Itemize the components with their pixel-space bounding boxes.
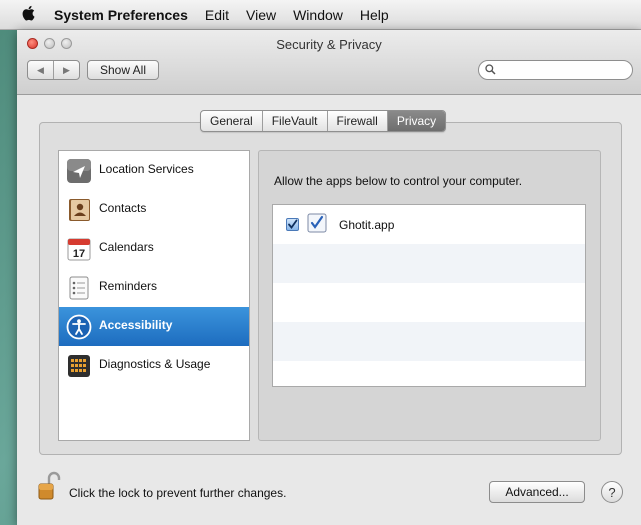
tab-firewall[interactable]: Firewall (326, 111, 387, 131)
category-label: Contacts (99, 201, 147, 215)
search-icon (485, 64, 496, 75)
title-bar: Security & Privacy ◀ ▶ Show All (17, 30, 641, 95)
category-label: Diagnostics & Usage (99, 357, 211, 371)
advanced-button[interactable]: Advanced... (489, 481, 585, 503)
pane-tabs: General FileVault Firewall Privacy (200, 110, 447, 132)
contacts-icon (69, 199, 90, 221)
search-field[interactable] (478, 60, 633, 80)
accessibility-description: Allow the apps below to control your com… (274, 174, 523, 188)
category-reminders[interactable]: Reminders (59, 268, 249, 307)
category-accessibility[interactable]: Accessibility (59, 307, 249, 346)
search-input[interactable] (499, 62, 631, 80)
tab-privacy[interactable]: Privacy (386, 111, 446, 131)
privacy-category-list: Location Services Contacts 17 Calendars (58, 150, 250, 441)
help-button[interactable]: ? (601, 481, 623, 503)
apple-icon[interactable] (18, 5, 38, 24)
menu-view[interactable]: View (246, 7, 276, 23)
tab-filevault[interactable]: FileVault (261, 111, 327, 131)
security-privacy-window: Security & Privacy ◀ ▶ Show All General … (17, 30, 641, 525)
list-item-ghotit: Ghotit.app (273, 205, 585, 244)
calendar-icon-date: 17 (73, 248, 85, 260)
back-forward-control: ◀ ▶ (27, 60, 80, 80)
app-name: Ghotit.app (339, 218, 395, 232)
list-row-background (273, 283, 585, 322)
category-label: Accessibility (99, 318, 173, 332)
category-label: Calendars (99, 240, 154, 254)
reminders-icon (69, 276, 89, 300)
menu-window[interactable]: Window (293, 7, 343, 23)
checkmark-icon (288, 219, 298, 229)
menu-bar: System Preferences Edit View Window Help (0, 0, 641, 30)
lock-icon[interactable] (37, 471, 61, 501)
accessibility-icon (66, 314, 92, 340)
app-list: Ghotit.app (272, 204, 586, 387)
category-label: Location Services (99, 162, 194, 176)
diagnostics-icon (68, 355, 90, 377)
list-row-background (273, 322, 585, 361)
forward-arrow-icon[interactable]: ▶ (54, 61, 79, 79)
calendar-icon: 17 (67, 238, 91, 261)
category-contacts[interactable]: Contacts (59, 190, 249, 229)
category-label: Reminders (99, 279, 158, 293)
window-title: Security & Privacy (276, 37, 382, 52)
tab-general[interactable]: General (201, 111, 262, 131)
category-calendars[interactable]: 17 Calendars (59, 229, 249, 268)
list-row-background (273, 361, 585, 400)
lock-message: Click the lock to prevent further change… (69, 486, 287, 500)
ghotit-checkbox[interactable] (286, 218, 299, 231)
category-diagnostics-usage[interactable]: Diagnostics & Usage (59, 346, 249, 385)
back-arrow-icon[interactable]: ◀ (28, 61, 54, 79)
show-all-button[interactable]: Show All (87, 60, 159, 80)
location-icon (67, 159, 91, 183)
menu-help[interactable]: Help (360, 7, 389, 23)
menu-edit[interactable]: Edit (205, 7, 229, 23)
menu-app-name[interactable]: System Preferences (54, 7, 188, 23)
ghotit-app-icon (307, 213, 327, 233)
list-row-background (273, 244, 585, 283)
category-location-services[interactable]: Location Services (59, 151, 249, 190)
